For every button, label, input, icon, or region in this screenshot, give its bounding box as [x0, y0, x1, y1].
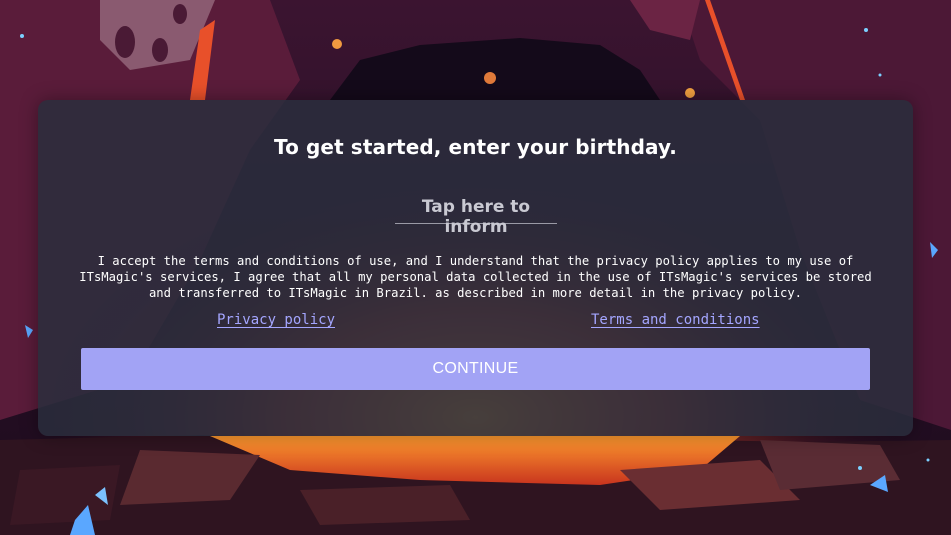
- birthday-dialog: To get started, enter your birthday. Tap…: [38, 100, 913, 436]
- dialog-title: To get started, enter your birthday.: [274, 135, 677, 159]
- terms-conditions-link[interactable]: Terms and conditions: [591, 312, 760, 328]
- game-screen: To get started, enter your birthday. Tap…: [0, 0, 951, 535]
- terms-text: I accept the terms and conditions of use…: [79, 254, 872, 300]
- privacy-policy-link[interactable]: Privacy policy: [217, 312, 335, 328]
- continue-button[interactable]: CONTINUE: [81, 348, 870, 390]
- birthday-input[interactable]: Tap here to inform: [395, 197, 557, 237]
